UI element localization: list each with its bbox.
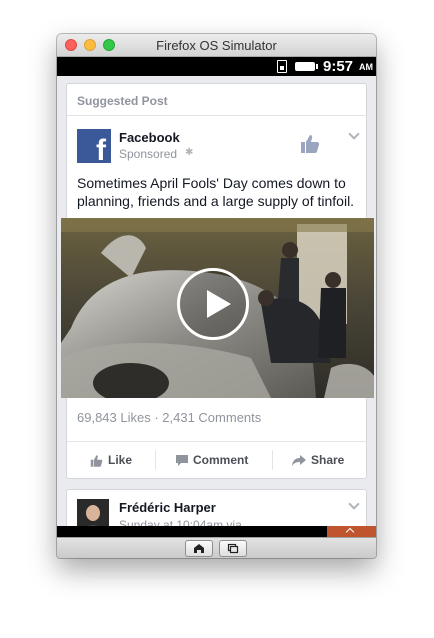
share-label: Share xyxy=(311,453,345,467)
battery-icon xyxy=(295,62,318,71)
share-button[interactable]: Share xyxy=(291,442,344,480)
news-feed[interactable]: Suggested Post f Facebook Sponsored ✱ So… xyxy=(57,76,376,526)
sponsored-label: Sponsored xyxy=(119,147,178,161)
post-meta: Sunday at 10:04am via xyxy=(119,518,242,526)
comment-icon xyxy=(176,455,188,467)
title-bar: Firefox OS Simulator xyxy=(57,34,376,57)
action-divider xyxy=(272,450,273,470)
avatar[interactable] xyxy=(77,499,109,526)
share-icon xyxy=(292,455,306,467)
likes-comments-count[interactable]: 69,843 Likes · 2,431 Comments xyxy=(77,410,261,425)
facebook-logo[interactable]: f xyxy=(77,129,111,167)
status-bar: 9:57 AM xyxy=(57,57,376,76)
suggested-post-card: Suggested Post f Facebook Sponsored ✱ So… xyxy=(61,83,374,480)
chevron-down-icon[interactable] xyxy=(348,498,360,510)
like-label: Like xyxy=(108,453,133,467)
avatar-image xyxy=(77,499,109,526)
chevron-down-icon[interactable] xyxy=(348,128,360,140)
comment-label: Comment xyxy=(193,453,249,467)
page-name-link[interactable]: Facebook xyxy=(119,130,180,145)
action-divider xyxy=(155,450,156,470)
play-icon[interactable] xyxy=(177,268,249,340)
window-title: Firefox OS Simulator xyxy=(156,38,277,53)
suggested-post-label: Suggested Post xyxy=(77,94,168,108)
like-thumb-icon xyxy=(90,455,103,467)
sim-card-icon xyxy=(277,60,287,73)
status-time: 9:57 xyxy=(323,58,354,75)
post-actions: Like Comment Share xyxy=(67,441,366,480)
system-bottom-bar xyxy=(57,526,376,537)
comment-button[interactable]: Comment xyxy=(175,442,248,480)
like-button[interactable]: Like xyxy=(89,442,132,480)
home-button[interactable] xyxy=(185,540,213,557)
gear-icon: ✱ xyxy=(185,147,194,158)
simulator-window: Firefox OS Simulator 9:57 AM Suggested P… xyxy=(57,34,376,558)
next-post-card: Frédéric Harper Sunday at 10:04am via xyxy=(66,489,367,526)
like-page-thumb-icon[interactable] xyxy=(299,133,321,155)
post-caption: Sometimes April Fools' Day comes down to… xyxy=(77,175,355,209)
chevron-up-icon[interactable] xyxy=(327,526,376,537)
windows-icon xyxy=(227,543,239,554)
simulator-dock xyxy=(57,537,376,558)
author-name[interactable]: Frédéric Harper xyxy=(119,500,216,515)
home-icon xyxy=(194,544,204,553)
video-player[interactable] xyxy=(61,218,374,398)
status-ampm: AM xyxy=(359,62,373,72)
card-header: Suggested Post xyxy=(67,84,366,116)
windows-button[interactable] xyxy=(219,540,247,557)
logo-letter: f xyxy=(96,134,106,167)
